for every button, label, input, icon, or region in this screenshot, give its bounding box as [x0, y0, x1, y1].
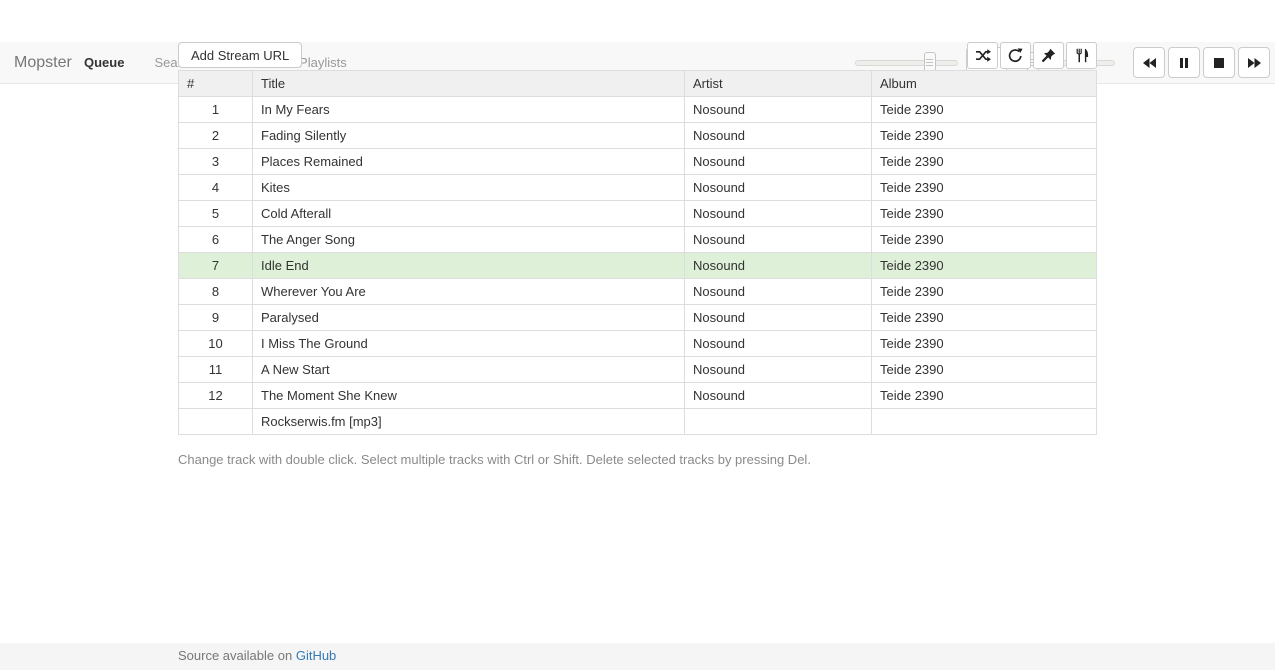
cell-artist[interactable]: Nosound: [685, 331, 872, 357]
cell-album[interactable]: Teide 2390: [872, 331, 1097, 357]
queue-table-body: 1In My FearsNosoundTeide 23902Fading Sil…: [179, 97, 1097, 435]
cell-num[interactable]: 2: [179, 123, 253, 149]
cell-num[interactable]: [179, 409, 253, 435]
cell-title[interactable]: Fading Silently: [253, 123, 685, 149]
cutlery-icon: [1075, 48, 1089, 63]
cell-artist[interactable]: Nosound: [685, 201, 872, 227]
cell-num[interactable]: 12: [179, 383, 253, 409]
backward-icon: [1142, 57, 1157, 69]
queue-row[interactable]: 5Cold AfterallNosoundTeide 2390: [179, 201, 1097, 227]
cell-num[interactable]: 10: [179, 331, 253, 357]
cell-num[interactable]: 5: [179, 201, 253, 227]
cell-artist[interactable]: Nosound: [685, 97, 872, 123]
cell-album[interactable]: Teide 2390: [872, 227, 1097, 253]
pause-button[interactable]: [1168, 47, 1200, 78]
main-content: Add Stream URL: [178, 42, 1097, 467]
cell-album[interactable]: Teide 2390: [872, 97, 1097, 123]
column-header-title: Title: [253, 71, 685, 97]
cell-album[interactable]: Teide 2390: [872, 149, 1097, 175]
cell-title[interactable]: The Anger Song: [253, 227, 685, 253]
cell-artist[interactable]: Nosound: [685, 175, 872, 201]
cell-title[interactable]: A New Start: [253, 357, 685, 383]
queue-row[interactable]: 7Idle EndNosoundTeide 2390: [179, 253, 1097, 279]
queue-row[interactable]: Rockserwis.fm [mp3]: [179, 409, 1097, 435]
cell-num[interactable]: 11: [179, 357, 253, 383]
pause-icon: [1178, 57, 1190, 69]
queue-row[interactable]: 12The Moment She KnewNosoundTeide 2390: [179, 383, 1097, 409]
queue-controls-row: Add Stream URL: [178, 42, 1097, 69]
cell-num[interactable]: 1: [179, 97, 253, 123]
cell-num[interactable]: 3: [179, 149, 253, 175]
cell-album[interactable]: Teide 2390: [872, 357, 1097, 383]
cell-title[interactable]: Kites: [253, 175, 685, 201]
next-track-button[interactable]: [1238, 47, 1270, 78]
cell-num[interactable]: 9: [179, 305, 253, 331]
cell-album[interactable]: Teide 2390: [872, 201, 1097, 227]
cell-artist[interactable]: Nosound: [685, 305, 872, 331]
shuffle-icon: [975, 48, 991, 63]
queue-table-header: # Title Artist Album: [179, 71, 1097, 97]
github-link[interactable]: GitHub: [296, 648, 336, 663]
playback-mode-group: [967, 42, 1097, 69]
repeat-button[interactable]: [1000, 42, 1031, 69]
queue-row[interactable]: 6The Anger SongNosoundTeide 2390: [179, 227, 1097, 253]
cell-num[interactable]: 7: [179, 253, 253, 279]
cell-artist[interactable]: Nosound: [685, 383, 872, 409]
cell-artist[interactable]: Nosound: [685, 357, 872, 383]
queue-row[interactable]: 11A New StartNosoundTeide 2390: [179, 357, 1097, 383]
cell-title[interactable]: Cold Afterall: [253, 201, 685, 227]
cell-title[interactable]: Rockserwis.fm [mp3]: [253, 409, 685, 435]
cell-title[interactable]: In My Fears: [253, 97, 685, 123]
cell-artist[interactable]: Nosound: [685, 123, 872, 149]
add-stream-url-button[interactable]: Add Stream URL: [178, 42, 302, 68]
cell-title[interactable]: Places Remained: [253, 149, 685, 175]
repeat-icon: [1008, 48, 1023, 63]
cell-artist[interactable]: Nosound: [685, 279, 872, 305]
cell-num[interactable]: 6: [179, 227, 253, 253]
nav-item-queue[interactable]: Queue: [69, 42, 139, 83]
cell-album[interactable]: Teide 2390: [872, 383, 1097, 409]
previous-track-button[interactable]: [1133, 47, 1165, 78]
queue-table: # Title Artist Album 1In My FearsNosound…: [178, 70, 1097, 435]
footer: Source available on GitHub: [0, 643, 1275, 670]
cell-title[interactable]: I Miss The Ground: [253, 331, 685, 357]
cell-title[interactable]: Idle End: [253, 253, 685, 279]
cell-title[interactable]: Wherever You Are: [253, 279, 685, 305]
queue-row[interactable]: 4KitesNosoundTeide 2390: [179, 175, 1097, 201]
cell-artist[interactable]: [685, 409, 872, 435]
cell-artist[interactable]: Nosound: [685, 149, 872, 175]
cell-artist[interactable]: Nosound: [685, 253, 872, 279]
forward-icon: [1247, 57, 1262, 69]
queue-row[interactable]: 2Fading SilentlyNosoundTeide 2390: [179, 123, 1097, 149]
column-header-num: #: [179, 71, 253, 97]
stop-button[interactable]: [1203, 47, 1235, 78]
cell-num[interactable]: 4: [179, 175, 253, 201]
column-header-artist: Artist: [685, 71, 872, 97]
queue-row[interactable]: 3Places RemainedNosoundTeide 2390: [179, 149, 1097, 175]
hint-text: Change track with double click. Select m…: [178, 452, 1097, 467]
pin-icon: [1041, 48, 1056, 63]
shuffle-button[interactable]: [967, 42, 998, 69]
footer-text: Source available on: [178, 648, 292, 663]
queue-row[interactable]: 9ParalysedNosoundTeide 2390: [179, 305, 1097, 331]
cell-album[interactable]: Teide 2390: [872, 305, 1097, 331]
queue-row[interactable]: 1In My FearsNosoundTeide 2390: [179, 97, 1097, 123]
cell-album[interactable]: [872, 409, 1097, 435]
cell-album[interactable]: Teide 2390: [872, 253, 1097, 279]
cell-album[interactable]: Teide 2390: [872, 123, 1097, 149]
cell-artist[interactable]: Nosound: [685, 227, 872, 253]
consume-button[interactable]: [1066, 42, 1097, 69]
queue-row[interactable]: 10I Miss The GroundNosoundTeide 2390: [179, 331, 1097, 357]
cell-album[interactable]: Teide 2390: [872, 175, 1097, 201]
brand-mopster[interactable]: Mopster: [14, 42, 72, 83]
queue-row[interactable]: 8Wherever You AreNosoundTeide 2390: [179, 279, 1097, 305]
cell-album[interactable]: Teide 2390: [872, 279, 1097, 305]
cell-title[interactable]: Paralysed: [253, 305, 685, 331]
column-header-album: Album: [872, 71, 1097, 97]
cell-title[interactable]: The Moment She Knew: [253, 383, 685, 409]
stop-icon: [1213, 57, 1225, 69]
pin-button[interactable]: [1033, 42, 1064, 69]
cell-num[interactable]: 8: [179, 279, 253, 305]
